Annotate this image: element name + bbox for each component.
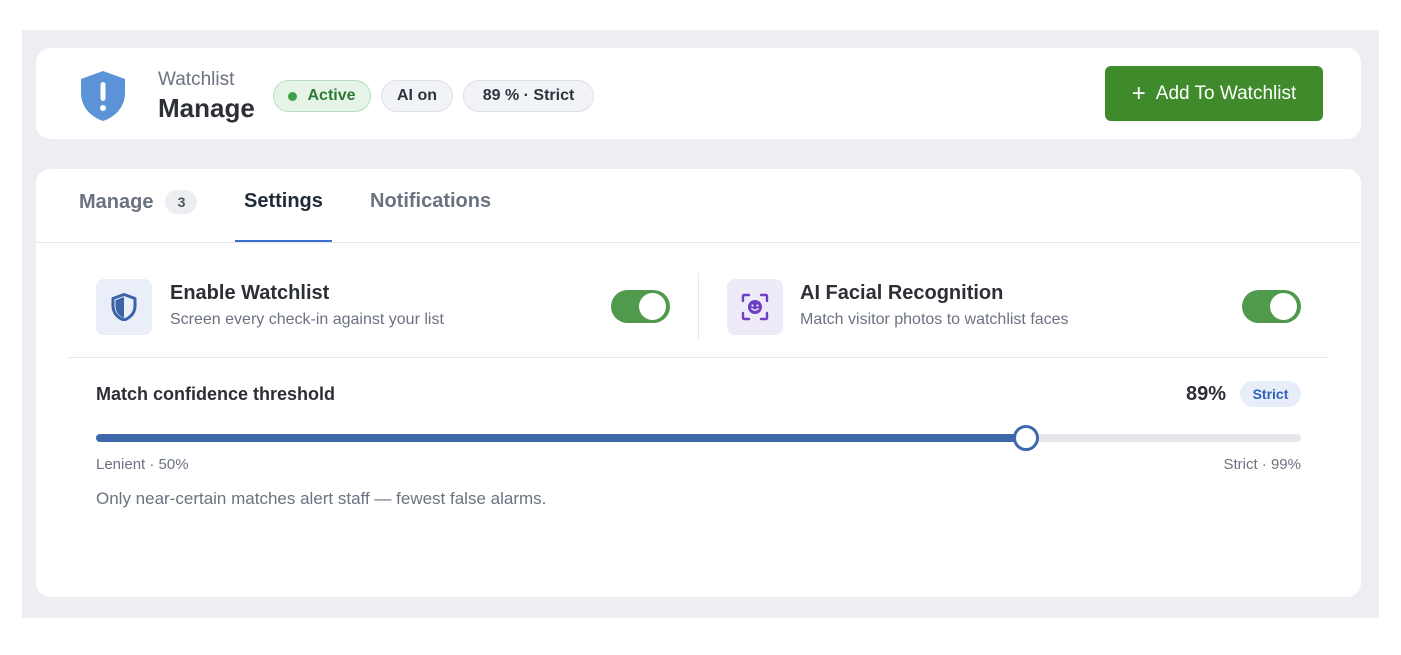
- shield-alert-icon: [81, 71, 125, 121]
- shield-icon: [111, 293, 137, 321]
- threshold-value: 89%: [1185, 383, 1226, 405]
- threshold-level-badge: Strict: [1240, 381, 1301, 407]
- toggle-knob: [1270, 293, 1297, 320]
- ai-facial-recognition-description: Match visitor photos to watchlist faces: [800, 311, 1069, 328]
- enable-watchlist-title: Enable Watchlist: [170, 282, 330, 304]
- tab-settings[interactable]: Settings: [244, 190, 323, 213]
- ai-facial-recognition-icon-box: [727, 279, 783, 335]
- status-badge: Active: [273, 80, 371, 112]
- tab-notifications[interactable]: Notifications: [370, 190, 491, 213]
- feature-divider: [698, 273, 699, 339]
- slider-max-label: Strict · 99%: [1223, 456, 1301, 473]
- ai-facial-recognition-toggle[interactable]: [1242, 290, 1301, 323]
- tab-manage[interactable]: Manage 3: [79, 190, 198, 214]
- threshold-slider-fill: [96, 434, 1026, 442]
- plus-icon: +: [1131, 79, 1146, 107]
- status-dot-icon: [288, 91, 298, 101]
- threshold-slider-thumb[interactable]: [1013, 425, 1039, 451]
- threshold-help-text: Only near-certain matches alert staff — …: [96, 489, 547, 508]
- ai-badge: AI on: [381, 80, 453, 112]
- add-to-watchlist-button[interactable]: + Add To Watchlist: [1105, 66, 1323, 121]
- threshold-badge: 89 % · Strict: [463, 80, 594, 112]
- threshold-badge-value: 89: [482, 87, 501, 104]
- enable-watchlist-description: Screen every check-in against your list: [170, 311, 444, 328]
- slider-min-label: Lenient · 50%: [96, 456, 189, 473]
- threshold-slider[interactable]: [96, 425, 1301, 451]
- tab-divider: [36, 242, 1361, 243]
- tab-settings-label: Settings: [244, 190, 323, 212]
- section-divider: [68, 357, 1328, 358]
- status-badge-label: Active: [307, 87, 356, 104]
- enable-watchlist-icon-box: [96, 279, 152, 335]
- page-subtitle: Watchlist: [158, 69, 235, 90]
- threshold-badge-suffix: % · Strict: [500, 87, 575, 104]
- page-title: Manage: [158, 93, 255, 123]
- ai-facial-recognition-title: AI Facial Recognition: [800, 282, 1004, 304]
- tab-manage-label: Manage: [79, 190, 154, 213]
- tab-manage-count: 3: [165, 190, 198, 214]
- tab-notifications-label: Notifications: [370, 190, 492, 212]
- ai-badge-label: AI on: [397, 87, 437, 104]
- threshold-label: Match confidence threshold: [96, 384, 336, 404]
- toggle-knob: [639, 293, 666, 320]
- settings-card: [36, 169, 1361, 597]
- add-to-watchlist-label: Add To Watchlist: [1155, 82, 1297, 104]
- face-scan-icon: [741, 293, 769, 321]
- enable-watchlist-toggle[interactable]: [611, 290, 670, 323]
